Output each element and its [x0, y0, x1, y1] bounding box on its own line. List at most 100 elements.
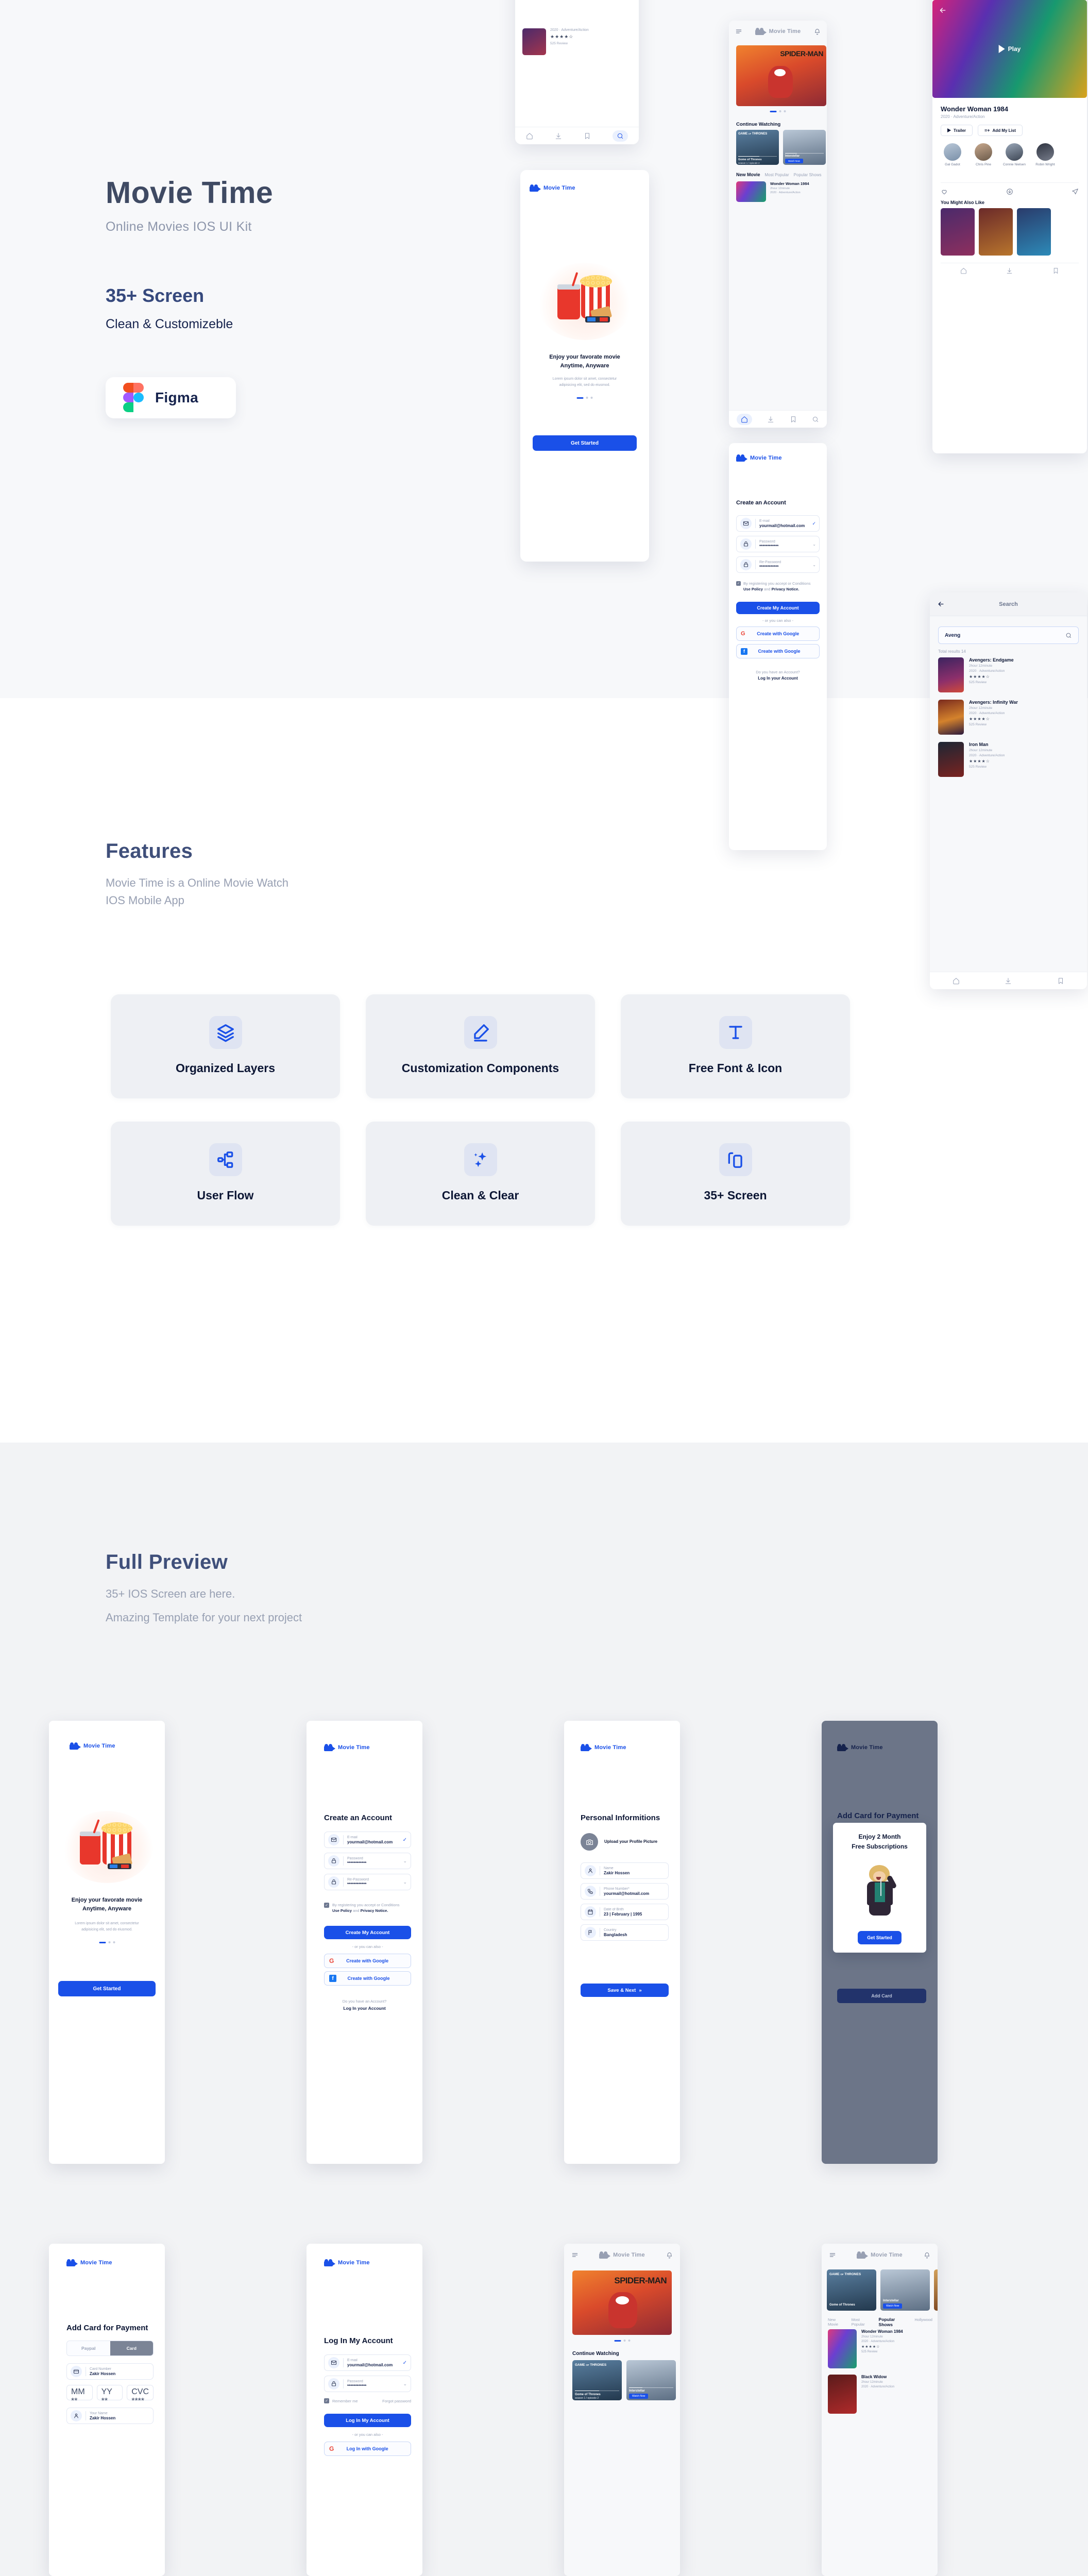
preview-phone-personal-info[interactable]: Movie Time Personal Informitions Upload … [564, 1721, 680, 2164]
search-results-list[interactable]: Avengers: Endgame 2hour 12minute 2020 · … [938, 657, 1079, 777]
email-field[interactable]: E-mail yourmail@hotmail.com ✓ [324, 2354, 411, 2371]
bottom-nav[interactable] [930, 972, 1087, 989]
remember-checkbox[interactable]: ✓ [324, 2398, 329, 2403]
list-item[interactable]: Connie Nielsen [1002, 143, 1026, 167]
also-like-row[interactable] [941, 208, 1051, 256]
table-row[interactable]: Wonder Woman 1984 2hour 12minute 2020 · … [736, 181, 809, 202]
preview-phone-payment[interactable]: Movie Time Add Card for Payment Paypal C… [49, 2244, 165, 2576]
promo-get-started-button[interactable]: Get Started [858, 1931, 902, 1944]
preview-phone-home-tabs[interactable]: Movie Time GAME OF THRONES Gome of Thron… [822, 2244, 938, 2576]
table-row[interactable]: Avengers: Endgame 2hour 12minute 2020 · … [938, 657, 1079, 692]
preview-phone-onboarding-hero[interactable]: Movie Time Enjoy your favorate movie Any… [520, 170, 649, 562]
list-item[interactable]: Interstellar Watch Now [626, 2360, 676, 2400]
expiry-row[interactable]: MM ** YY ** CVC **** [66, 2385, 154, 2405]
promo-modal[interactable]: Enjoy 2 Month Free Subscriptions Get Sta… [833, 1823, 926, 1953]
trailer-button[interactable]: Trailer [941, 125, 973, 136]
nav-bookmark[interactable] [790, 416, 797, 423]
add-my-list-button[interactable]: ≡+ Add My List [978, 125, 1023, 136]
password-field[interactable]: Password ************ ⌄ [324, 1853, 411, 1869]
chevron-down-icon[interactable]: ⌄ [403, 2381, 407, 2387]
category-tabs[interactable]: New Movie Most Popular Popular Shows Hol… [828, 2317, 932, 2327]
dob-field[interactable]: Date of Brith 23 | February | 1995 [581, 1904, 669, 1920]
nav-home[interactable] [736, 413, 752, 425]
list-item[interactable]: GAME OF THRONES Gome of Thrones season 1… [572, 2360, 622, 2400]
name-field[interactable]: Name Zakir Hossen [581, 1862, 669, 1879]
list-item[interactable]: Interstellar Watch Now [783, 130, 826, 165]
list-item[interactable]: Gal Gadot [941, 143, 964, 167]
google-signup-button[interactable]: G Create with Google [736, 626, 820, 641]
detail-action-icons[interactable] [941, 182, 1079, 195]
personal-fields[interactable]: Name Zakir Hossen Phone Number* yourmail@h… [581, 1862, 669, 1941]
table-row[interactable]: Black Widow 2hour 12minute 2020 · Advent… [828, 2375, 931, 2414]
consent-checkbox[interactable]: ✓ [324, 1903, 329, 1908]
camera-icon[interactable] [581, 1833, 598, 1851]
signup-fields[interactable]: E-mail yourmail@hotmail.com ✓ Password ***… [736, 515, 820, 573]
create-account-button[interactable]: Create My Account [324, 1926, 411, 1939]
nav-download[interactable] [1006, 267, 1013, 274]
bell-icon[interactable] [666, 2252, 673, 2259]
nav-download[interactable] [1005, 977, 1012, 985]
bottom-nav[interactable] [941, 263, 1079, 274]
list-item[interactable]: Chris Pine [972, 143, 995, 167]
detail-hero-image[interactable]: Play [932, 0, 1087, 98]
tab-card[interactable]: Card [110, 2341, 153, 2355]
save-next-button[interactable]: Save & Next» [581, 1984, 669, 1997]
detail-actions[interactable]: Trailer ≡+ Add My List [941, 125, 1023, 136]
chevron-down-icon[interactable]: ⌄ [403, 1858, 407, 1864]
preview-phone-login[interactable]: Movie Time Log In My Account E-mail yourm… [307, 2244, 422, 2576]
search-input[interactable]: Aveng [938, 626, 1079, 644]
expiry-year-field[interactable]: YY ** [96, 2385, 123, 2405]
list-item[interactable]: GAME OF THRONES Gome of Thrones season 1… [736, 130, 779, 165]
feature-card-organized-layers[interactable]: Organized Layers [111, 994, 340, 1098]
feature-card-free-font-icon[interactable]: Free Font & Icon [621, 994, 850, 1098]
feature-card-35-screen[interactable]: 35+ Screen [621, 1122, 850, 1226]
download-icon[interactable] [1006, 188, 1013, 195]
login-button[interactable]: Log In My Account [324, 2414, 411, 2427]
tab-popular-shows[interactable]: Popular Shows [879, 2317, 910, 2327]
poster-thumb[interactable] [934, 2269, 938, 2311]
tab-new-movie[interactable]: New Movie [828, 2317, 847, 2327]
feature-card-user-flow[interactable]: User Flow [111, 1122, 340, 1226]
get-started-button[interactable]: Get Started [533, 435, 637, 451]
chevron-down-icon[interactable]: ⌄ [403, 1879, 407, 1885]
google-signup-button[interactable]: G Create with Google [324, 1954, 411, 1968]
nav-home[interactable] [953, 977, 960, 985]
feature-card-clean-clear[interactable]: Clean & Clear [366, 1122, 595, 1226]
preview-phone-signup[interactable]: Movie Time Create an Account E-mail yourm… [307, 1721, 422, 2164]
hero-banner-spiderman[interactable]: SPIDER-MAN [736, 45, 826, 106]
carousel-dots[interactable] [99, 1941, 115, 1943]
hero-banner-spiderman[interactable]: SPIDER-MAN [572, 2270, 672, 2335]
get-started-button[interactable]: Get Started [58, 1981, 156, 1996]
nav-search[interactable] [812, 416, 819, 423]
tab-popular-shows[interactable]: Popular Shows [794, 173, 822, 177]
list-item[interactable]: GAME OF THRONES Gome of Thrones [827, 2269, 876, 2311]
table-row[interactable]: Avengers: Infinity War 2hour 12minute 20… [938, 700, 1079, 735]
poster-thumb[interactable] [1017, 208, 1051, 256]
upload-photo-row[interactable]: Upload your Profile Picture [581, 1833, 657, 1851]
login-fields[interactable]: E-mail yourmail@hotmail.com ✓ Password ***… [324, 2354, 411, 2392]
list-item[interactable]: Interstellar Watch Now [880, 2269, 930, 2311]
carousel-dots[interactable] [770, 110, 786, 112]
tab-hollywood[interactable]: Hollywood [914, 2317, 932, 2322]
continue-watching-row[interactable]: GAME OF THRONES Gome of Thrones season 1… [572, 2360, 676, 2400]
cast-row[interactable]: Gal Gadot Chris Pine Connie Nielsen Robi… [941, 143, 1057, 167]
phone-field[interactable]: Phone Number* yourmail@hotmail.com [581, 1883, 669, 1900]
nav-search[interactable] [613, 130, 628, 142]
repassword-field[interactable]: Re-Password ************ ⌄ [324, 1874, 411, 1890]
search-icon[interactable] [1065, 632, 1072, 639]
bell-icon[interactable] [924, 2252, 930, 2259]
preview-phone-search[interactable]: Search Aveng Total results 14 Avengers: … [930, 592, 1087, 989]
signup-footer[interactable]: Do you have an Account? Log In your Acco… [307, 1999, 422, 2011]
carousel-dots[interactable] [576, 397, 593, 399]
table-row[interactable]: Wonder Woman 1984 2hour 12minute 2020 · … [828, 2329, 931, 2368]
poster-thumb[interactable] [979, 208, 1013, 256]
password-field[interactable]: Password ************ ⌄ [736, 536, 820, 552]
facebook-signup-button[interactable]: f Create with Google [736, 644, 820, 658]
forgot-password-link[interactable]: Forgot password [382, 2399, 411, 2403]
category-tabs[interactable]: New Movie Most Popular Popular Shows [736, 172, 821, 177]
nav-home[interactable] [960, 267, 967, 274]
feature-card-customization-components[interactable]: Customization Components [366, 994, 595, 1098]
google-login-button[interactable]: G Log In with Google [324, 2442, 411, 2456]
tab-new-movie[interactable]: New Movie [736, 172, 760, 177]
facebook-signup-button[interactable]: f Create with Google [324, 1971, 411, 1986]
